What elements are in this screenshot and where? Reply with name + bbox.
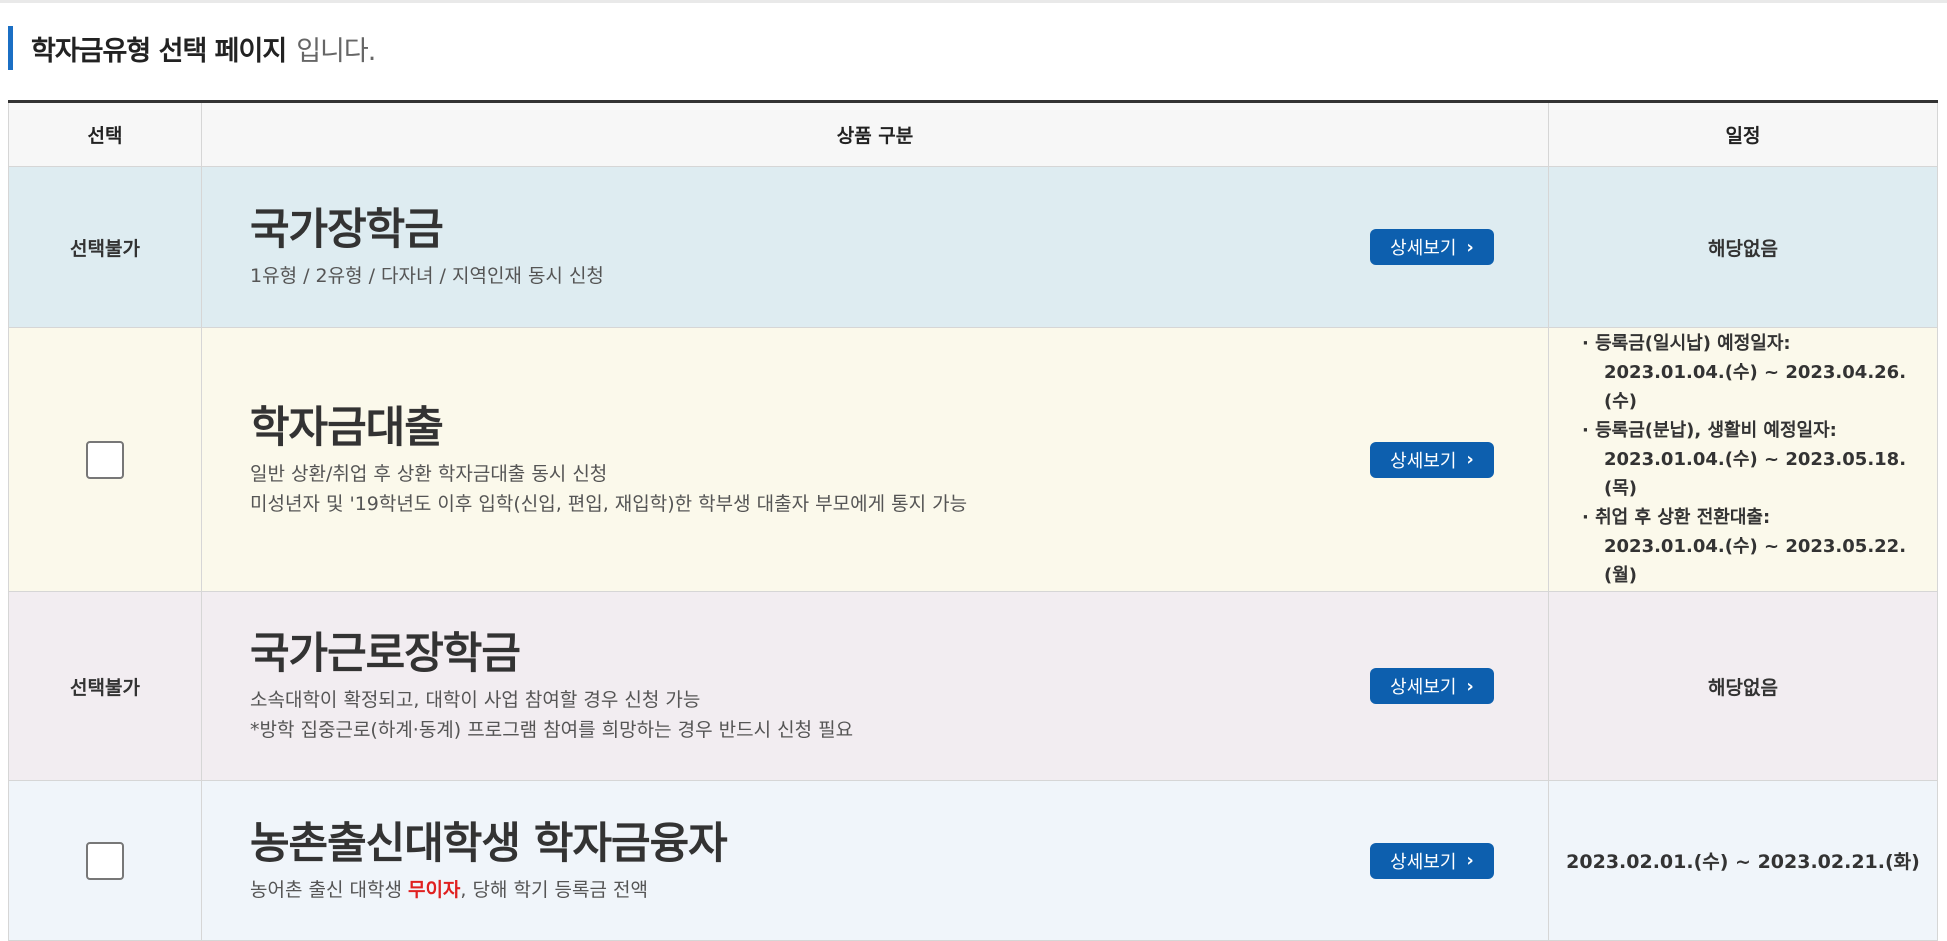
detail-button[interactable]: 상세보기 ›	[1370, 842, 1494, 879]
product-desc-line: 1유형 / 2유형 / 다자녀 / 지역인재 동시 신청	[250, 265, 604, 287]
product-desc-line: 일반 상환/취업 후 상환 학자금대출 동시 신청	[250, 462, 608, 485]
product-desc: 농어촌 출신 대학생 무이자, 당해 학기 등록금 전액	[250, 875, 1547, 905]
schedule-item-label: · 등록금(분납), 생활비 예정일자:	[1582, 420, 1837, 441]
product-cell: 학자금대출 일반 상환/취업 후 상환 학자금대출 동시 신청 미성년자 및 '…	[201, 327, 1549, 592]
page-heading: 학자금유형 선택 페이지 입니다.	[8, 26, 376, 70]
product-cell: 국가근로장학금 소속대학이 확정되고, 대학이 사업 참여할 경우 신청 가능 …	[201, 591, 1549, 781]
header-product: 상품 구분	[201, 101, 1549, 167]
header-select: 선택	[8, 101, 202, 167]
schedule-item-label: · 등록금(일시납) 예정일자:	[1582, 333, 1791, 354]
product-desc: 소속대학이 확정되고, 대학이 사업 참여할 경우 신청 가능 *방학 집중근로…	[250, 685, 1547, 745]
product-name: 학자금대출	[250, 402, 444, 453]
product-desc: 일반 상환/취업 후 상환 학자금대출 동시 신청 미성년자 및 '19학년도 …	[250, 459, 1547, 519]
detail-button[interactable]: 상세보기 ›	[1370, 229, 1494, 265]
detail-button[interactable]: 상세보기 ›	[1370, 668, 1494, 704]
product-desc-highlight: 무이자	[407, 878, 461, 901]
chevron-right-icon: ›	[1466, 236, 1474, 258]
product-desc-line: 소속대학이 확정되고, 대학이 사업 참여할 경우 신청 가능	[250, 689, 701, 711]
product-desc-prefix: 농어촌 출신 대학생	[250, 878, 408, 901]
chevron-right-icon: ›	[1466, 675, 1474, 697]
select-checkbox[interactable]	[86, 440, 124, 479]
schedule-cell: 해당없음	[1548, 166, 1938, 328]
header-schedule: 일정	[1548, 101, 1938, 167]
schedule-item-date: 2023.01.04.(수) ~ 2023.05.18.(목)	[1604, 449, 1907, 499]
schedule-cell: 해당없음	[1548, 591, 1938, 781]
product-cell: 국가장학금 1유형 / 2유형 / 다자녀 / 지역인재 동시 신청 상세보기 …	[201, 166, 1549, 328]
product-name: 국가장학금	[250, 205, 444, 255]
schedule-list: · 등록금(일시납) 예정일자: 2023.01.04.(수) ~ 2023.0…	[1550, 329, 1936, 590]
select-checkbox[interactable]	[86, 841, 124, 880]
detail-button-label: 상세보기	[1390, 851, 1457, 873]
heading-accent-bar	[8, 26, 13, 70]
page-title: 학자금유형 선택 페이지	[31, 35, 287, 67]
loan-type-table: 선택 상품 구분 일정 선택불가 국가장학금 1유형 / 2유형 / 다자녀 /…	[8, 100, 1938, 941]
page-title-suffix: 입니다.	[296, 35, 376, 67]
table-row-national-scholarship: 선택불가 국가장학금 1유형 / 2유형 / 다자녀 / 지역인재 동시 신청 …	[8, 166, 1938, 328]
product-desc-line: *방학 집중근로(하계·동계) 프로그램 참여를 희망하는 경우 반드시 신청 …	[250, 719, 854, 741]
schedule-cell: 2023.02.01.(수) ~ 2023.02.21.(화)	[1548, 780, 1938, 941]
select-unavailable: 선택불가	[8, 591, 202, 781]
schedule-item-label: · 취업 후 상환 전환대출:	[1582, 507, 1771, 528]
select-cell	[8, 327, 202, 592]
product-name: 국가근로장학금	[250, 629, 521, 679]
product-desc-suffix: , 당해 학기 등록금 전액	[460, 878, 648, 901]
select-unavailable: 선택불가	[8, 166, 202, 328]
detail-button-label: 상세보기	[1390, 238, 1457, 259]
detail-button-label: 상세보기	[1390, 450, 1457, 472]
detail-button[interactable]: 상세보기 ›	[1370, 441, 1494, 478]
product-desc-line: 미성년자 및 '19학년도 이후 입학(신입, 편입, 재입학)한 학부생 대출…	[250, 492, 968, 515]
schedule-cell: · 등록금(일시납) 예정일자: 2023.01.04.(수) ~ 2023.0…	[1548, 327, 1938, 592]
select-cell	[8, 780, 202, 941]
table-row-work-scholarship: 선택불가 국가근로장학금 소속대학이 확정되고, 대학이 사업 참여할 경우 신…	[8, 591, 1938, 781]
chevron-right-icon: ›	[1466, 850, 1474, 871]
product-name: 농촌출신대학생 학자금융자	[250, 818, 728, 869]
product-desc: 1유형 / 2유형 / 다자녀 / 지역인재 동시 신청	[250, 261, 1547, 291]
schedule-item-date: 2023.01.04.(수) ~ 2023.04.26.(수)	[1604, 362, 1907, 412]
detail-button-label: 상세보기	[1390, 677, 1457, 698]
chevron-right-icon: ›	[1466, 449, 1474, 470]
product-cell: 농촌출신대학생 학자금융자 농어촌 출신 대학생 무이자, 당해 학기 등록금 …	[201, 780, 1549, 941]
schedule-item-date: 2023.01.04.(수) ~ 2023.05.22.(월)	[1604, 536, 1907, 586]
top-border	[0, 0, 1947, 3]
table-row-rural-loan: 농촌출신대학생 학자금융자 농어촌 출신 대학생 무이자, 당해 학기 등록금 …	[8, 780, 1938, 941]
table-header-row: 선택 상품 구분 일정	[8, 101, 1938, 167]
table-row-student-loan: 학자금대출 일반 상환/취업 후 상환 학자금대출 동시 신청 미성년자 및 '…	[8, 327, 1938, 592]
